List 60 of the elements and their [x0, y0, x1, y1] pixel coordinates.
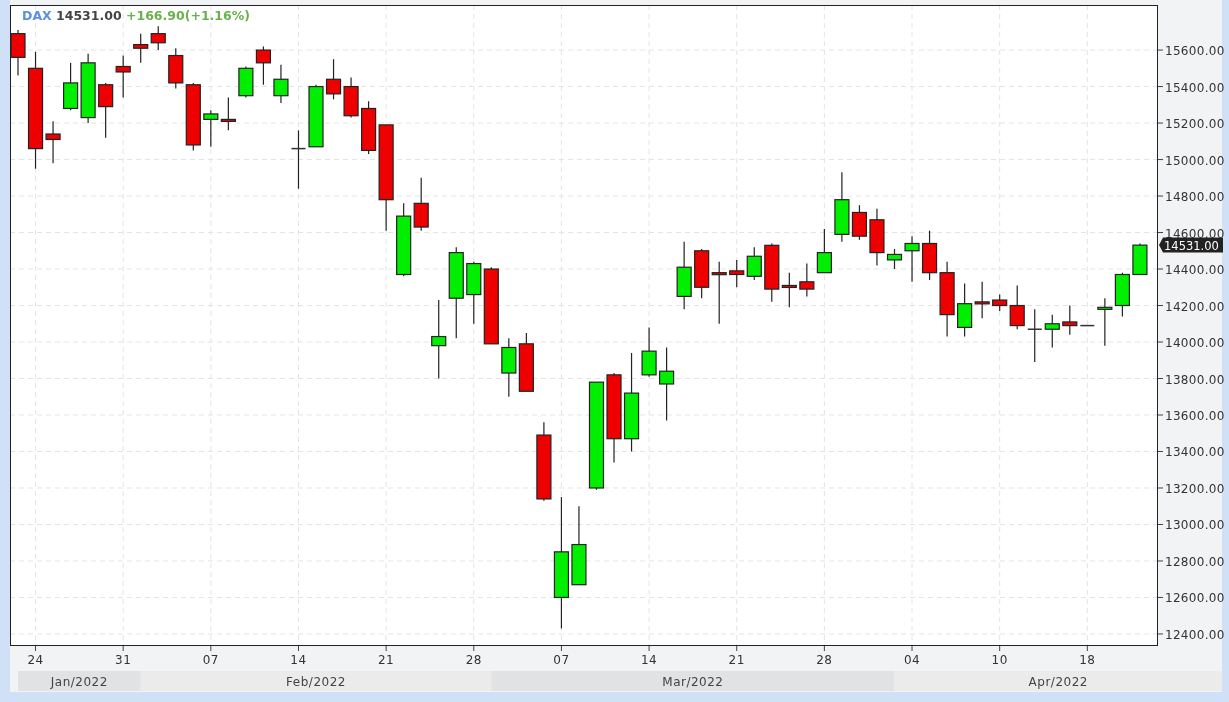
axis-label: 15200.00 [1165, 117, 1225, 132]
axis-label: 14 [640, 653, 658, 667]
axis-label: 12800.00 [1165, 554, 1225, 569]
axis-label: 07 [553, 653, 570, 667]
axis-label: 13800.00 [1165, 372, 1225, 387]
candlestick [238, 65, 254, 99]
axis-label: 13200.00 [1165, 482, 1225, 496]
candlestick [115, 54, 131, 99]
axis-label: 31 [115, 653, 132, 667]
axis-label: 12400.00 [1165, 627, 1225, 642]
month-label: Apr/2022 [1028, 675, 1088, 689]
axis-label: 13400.00 [1165, 445, 1225, 460]
axis-label: 24 [27, 653, 44, 667]
candlestick [343, 76, 359, 119]
axis-label: 14800.00 [1165, 190, 1225, 205]
candlestick [746, 246, 762, 281]
ticker-symbol: DAX [22, 8, 52, 23]
candlestick [150, 25, 166, 51]
candlestick [711, 261, 727, 325]
candlestick [133, 33, 149, 64]
price-value: 14531.00 [56, 8, 122, 23]
candlestick [518, 332, 534, 392]
candlestick [290, 129, 307, 190]
axis-label: 21 [378, 653, 395, 667]
axis-label: 15400.00 [1165, 80, 1225, 95]
candlestick [816, 228, 832, 274]
candlestick [413, 177, 429, 232]
month-label: Feb/2022 [286, 675, 346, 689]
axis-label: 21 [728, 653, 745, 667]
axis-label: 18 [1079, 653, 1096, 667]
axis-label: 28 [465, 653, 482, 667]
candlestick [799, 262, 815, 297]
candlestick [694, 248, 710, 299]
candlestick [676, 241, 692, 310]
axis-label: 13600.00 [1165, 409, 1225, 423]
axis-label: 14400.00 [1165, 263, 1225, 278]
axis-label: 04 [903, 653, 921, 667]
candlestick [1132, 242, 1148, 276]
axis-label: 14200.00 [1165, 299, 1225, 314]
candlestick [729, 259, 745, 288]
axis-label: 07 [202, 653, 219, 667]
candlestick [255, 45, 272, 86]
axis-label: 15000.00 [1165, 153, 1225, 168]
axis-label: 12600.00 [1165, 591, 1225, 606]
candlestick [220, 96, 236, 131]
month-label: Jan/2022 [50, 675, 108, 689]
axis-label: 15600.00 [1165, 44, 1225, 59]
candlestick [466, 261, 482, 325]
axis-label: 10 [991, 653, 1008, 667]
candlestick [1114, 272, 1130, 318]
candlestick [273, 64, 289, 104]
candlestick [98, 82, 114, 139]
axis-label: 28 [816, 653, 833, 667]
axis-label: 14 [290, 653, 307, 667]
month-label: Mar/2022 [662, 675, 724, 689]
price-change: +166.90(+1.16%) [126, 8, 250, 23]
axis-label: 14000.00 [1165, 336, 1225, 350]
candlestick [203, 109, 219, 148]
axis-label: 13000.00 [1165, 518, 1225, 533]
candlestick [501, 337, 517, 398]
